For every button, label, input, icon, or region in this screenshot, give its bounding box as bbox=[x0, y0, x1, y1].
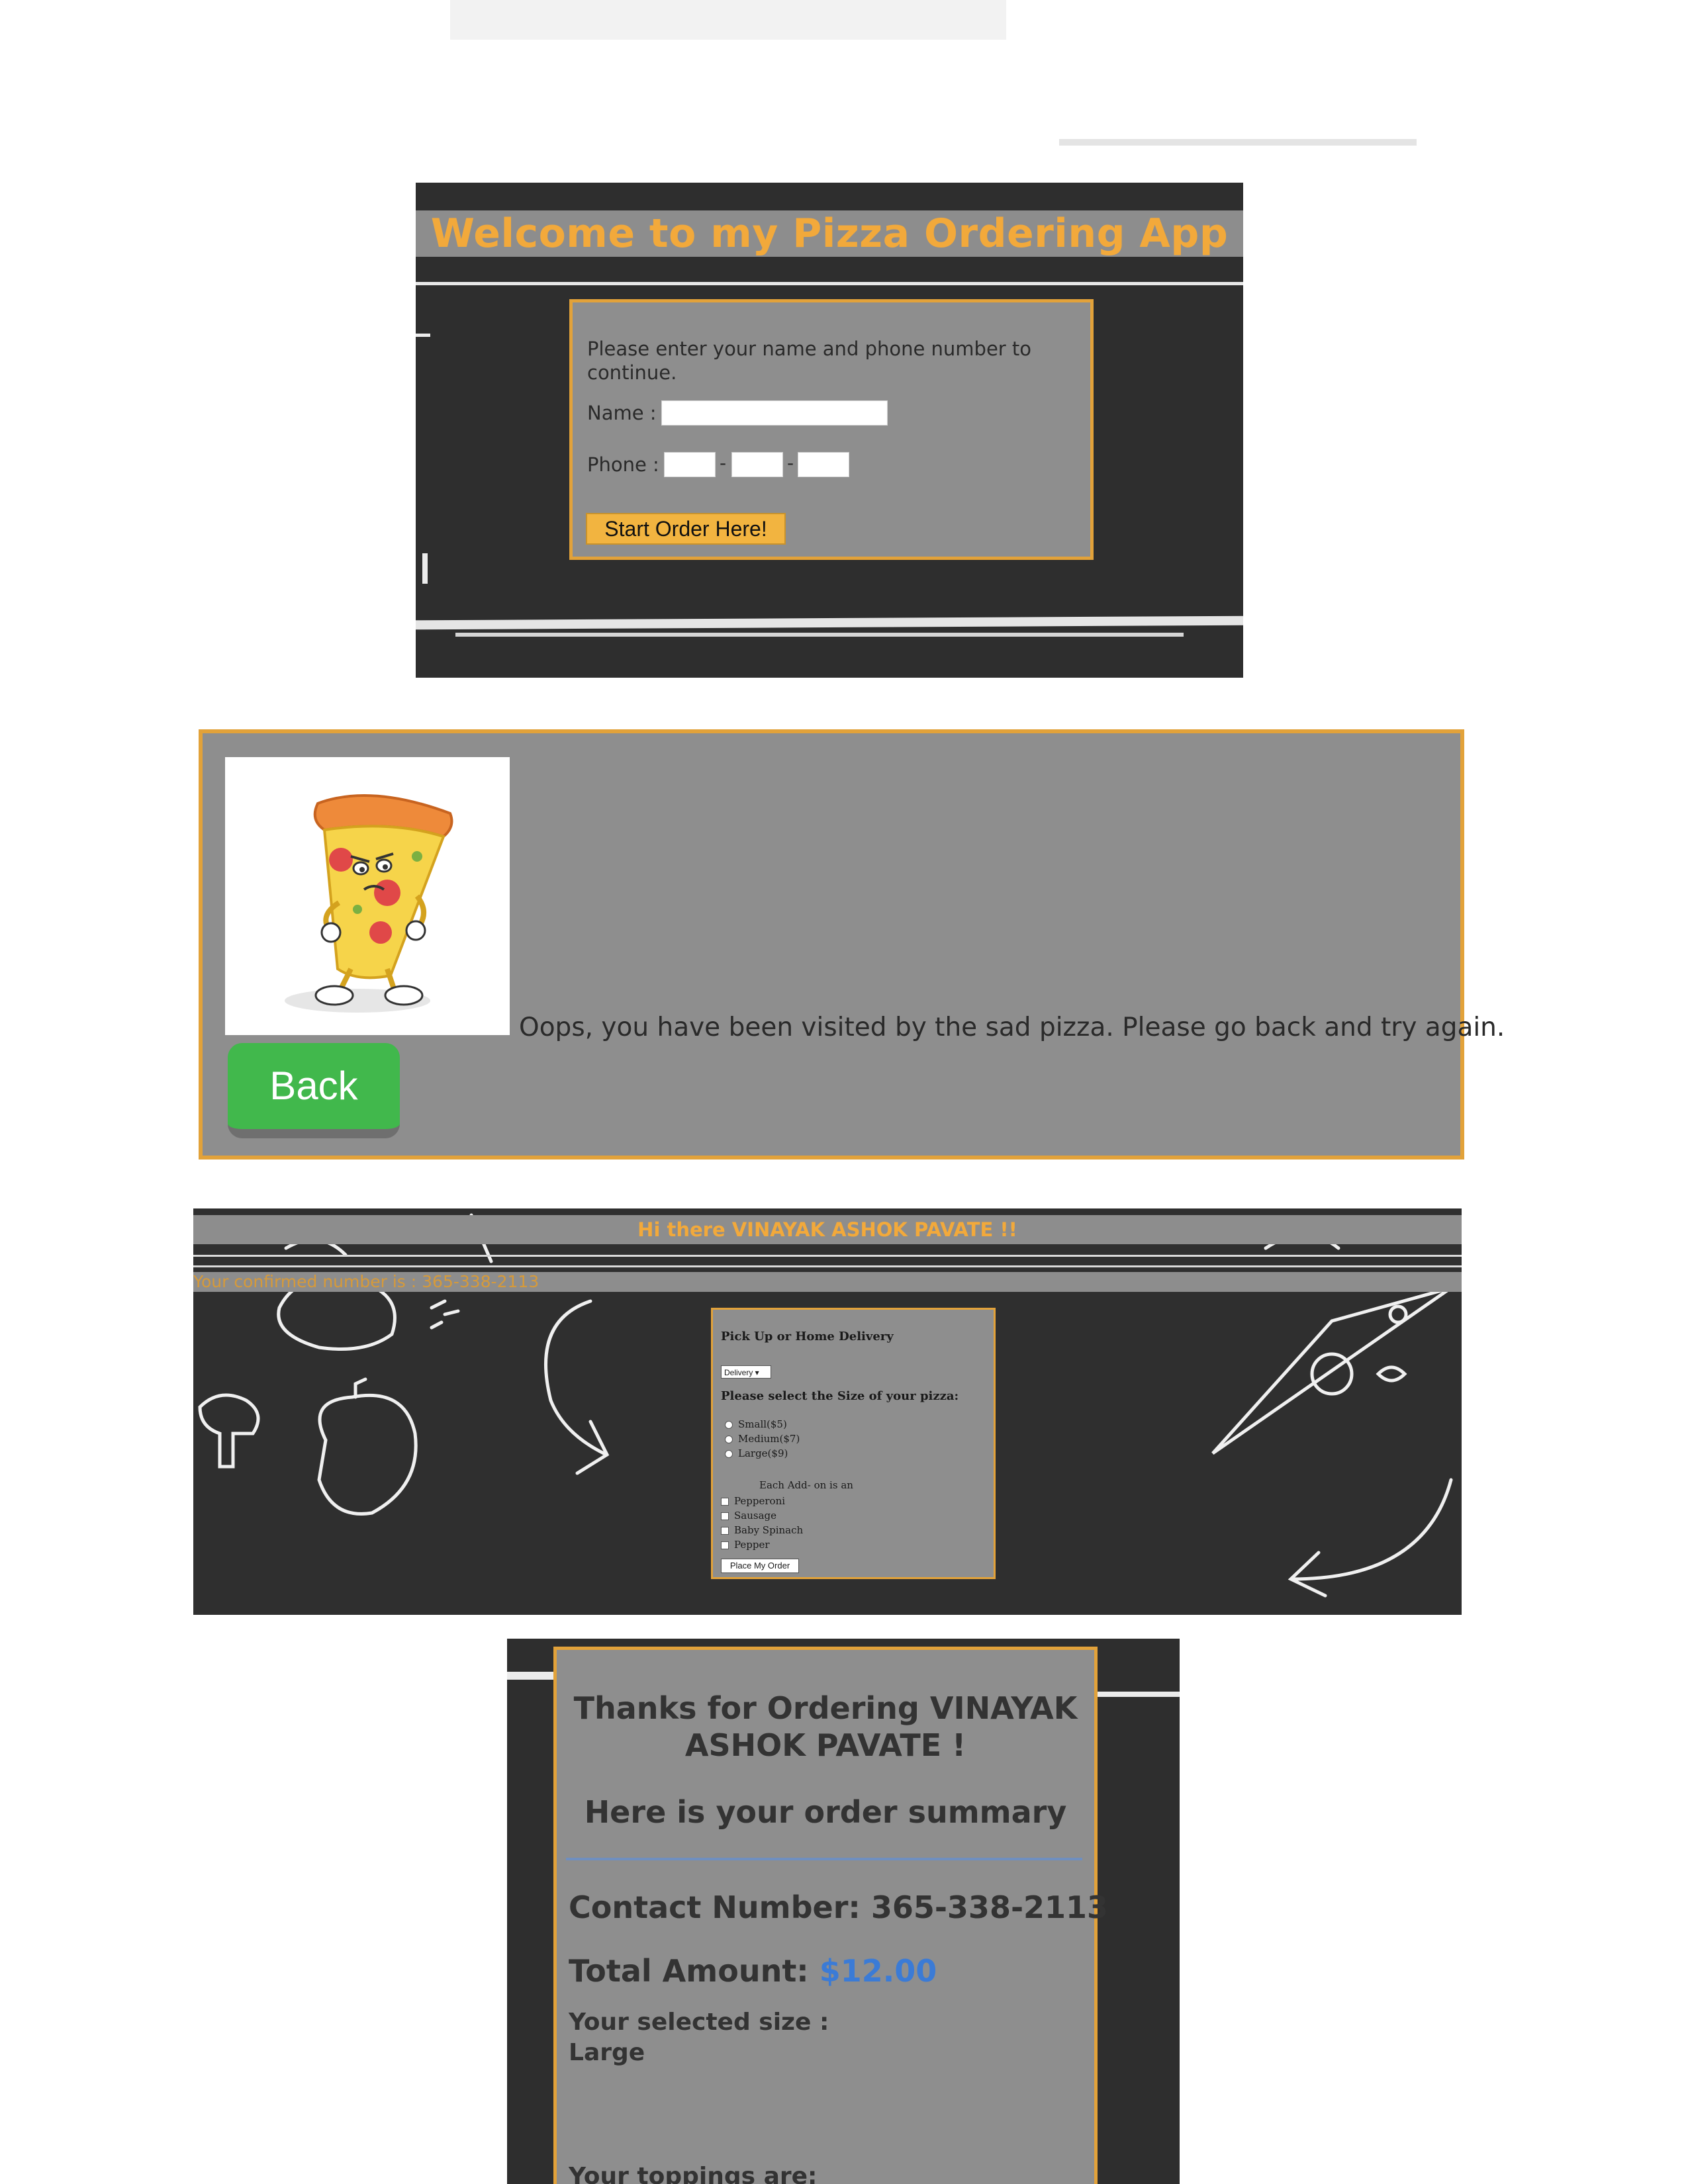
size-radio-large[interactable] bbox=[725, 1450, 733, 1458]
start-order-button[interactable]: Start Order Here! bbox=[586, 513, 786, 545]
size-option: Small($5) bbox=[738, 1418, 787, 1430]
topping-checkbox-spinach[interactable] bbox=[721, 1527, 729, 1535]
total-label: Total Amount: bbox=[569, 1953, 809, 1989]
brush-mark bbox=[416, 615, 1243, 630]
back-button[interactable]: Back bbox=[228, 1043, 400, 1138]
phone-area-input[interactable] bbox=[664, 452, 716, 477]
brush-mark bbox=[455, 633, 1184, 637]
topping-option: Pepperoni bbox=[734, 1495, 786, 1507]
contact-row: Contact Number: 365-338-2113 bbox=[569, 1889, 1108, 1925]
divider bbox=[566, 1858, 1082, 1860]
thanks-message: Thanks for Ordering VINAYAK ASHOK PAVATE… bbox=[573, 1690, 1078, 1763]
login-form: Please enter your name and phone number … bbox=[569, 299, 1094, 560]
order-screen: Hi there VINAYAK ASHOK PAVATE !! Your co… bbox=[193, 1208, 1462, 1615]
name-label: Name : bbox=[587, 402, 657, 424]
topping-checkbox-pepperoni[interactable] bbox=[721, 1498, 729, 1506]
delivery-heading: Pick Up or Home Delivery bbox=[721, 1330, 894, 1343]
total-amount: $12.00 bbox=[819, 1953, 937, 1989]
form-prompt: Please enter your name and phone number … bbox=[587, 338, 1032, 384]
greeting-text: Hi there VINAYAK ASHOK PAVATE !! bbox=[637, 1218, 1017, 1241]
total-row: Total Amount: $12.00 bbox=[569, 1953, 937, 1989]
topping-option: Pepper bbox=[734, 1539, 770, 1551]
welcome-screen: Welcome to my Pizza Ordering App Please … bbox=[416, 183, 1243, 678]
error-message: Oops, you have been visited by the sad p… bbox=[519, 1013, 1505, 1042]
size-radio-medium[interactable] bbox=[725, 1435, 733, 1443]
page-title: Welcome to my Pizza Ordering App bbox=[430, 210, 1229, 257]
topping-checkbox-pepper[interactable] bbox=[721, 1541, 729, 1549]
phone-dash: - bbox=[720, 452, 727, 474]
brush-mark bbox=[507, 1672, 555, 1680]
place-order-button[interactable]: Place My Order bbox=[721, 1559, 799, 1573]
topping-option: Sausage bbox=[734, 1510, 776, 1522]
contact-label: Contact Number: bbox=[569, 1889, 861, 1925]
brush-mark bbox=[422, 553, 428, 584]
summary-screen: Thanks for Ordering VINAYAK ASHOK PAVATE… bbox=[507, 1639, 1180, 2184]
size-option: Large($9) bbox=[738, 1447, 788, 1459]
divider bbox=[193, 1265, 1462, 1267]
addon-note: Each Add- on is an bbox=[759, 1479, 853, 1491]
brush-mark bbox=[1096, 1692, 1180, 1697]
contact-value: 365-338-2113 bbox=[870, 1889, 1109, 1925]
phone-line-input[interactable] bbox=[798, 452, 849, 477]
sad-pizza-image bbox=[225, 757, 510, 1035]
size-label: Your selected size : bbox=[569, 2009, 829, 2036]
phone-dash: - bbox=[787, 452, 794, 474]
phone-label: Phone : bbox=[587, 453, 659, 476]
size-heading: Please select the Size of your pizza: bbox=[721, 1389, 959, 1403]
name-input[interactable] bbox=[661, 400, 888, 426]
size-block: Your selected size : Large bbox=[569, 2007, 829, 2068]
order-form: Pick Up or Home Delivery Delivery ▾ Plea… bbox=[711, 1308, 996, 1579]
error-screen: Oops, you have been visited by the sad p… bbox=[199, 729, 1505, 1160]
delivery-select[interactable]: Delivery ▾ bbox=[721, 1365, 771, 1379]
order-summary-card: Thanks for Ordering VINAYAK ASHOK PAVATE… bbox=[553, 1647, 1108, 2184]
phone-prefix-input[interactable] bbox=[731, 452, 783, 477]
confirmed-number: Your confirmed number is : 365-338-2113 bbox=[193, 1272, 539, 1291]
scan-smudge bbox=[1059, 139, 1417, 146]
topping-checkbox-sausage[interactable] bbox=[721, 1512, 729, 1520]
toppings-label: Your toppings are: bbox=[569, 2163, 818, 2184]
divider bbox=[416, 282, 1243, 285]
size-radio-small[interactable] bbox=[725, 1421, 733, 1429]
brush-mark bbox=[416, 334, 430, 337]
divider bbox=[193, 1255, 1462, 1257]
size-option: Medium($7) bbox=[738, 1433, 800, 1445]
topping-option: Baby Spinach bbox=[734, 1524, 804, 1536]
scan-smudge bbox=[450, 0, 1006, 40]
size-value: Large bbox=[569, 2039, 645, 2066]
delivery-select-value: Delivery bbox=[724, 1368, 753, 1377]
summary-heading: Here is your order summary bbox=[584, 1794, 1067, 1830]
